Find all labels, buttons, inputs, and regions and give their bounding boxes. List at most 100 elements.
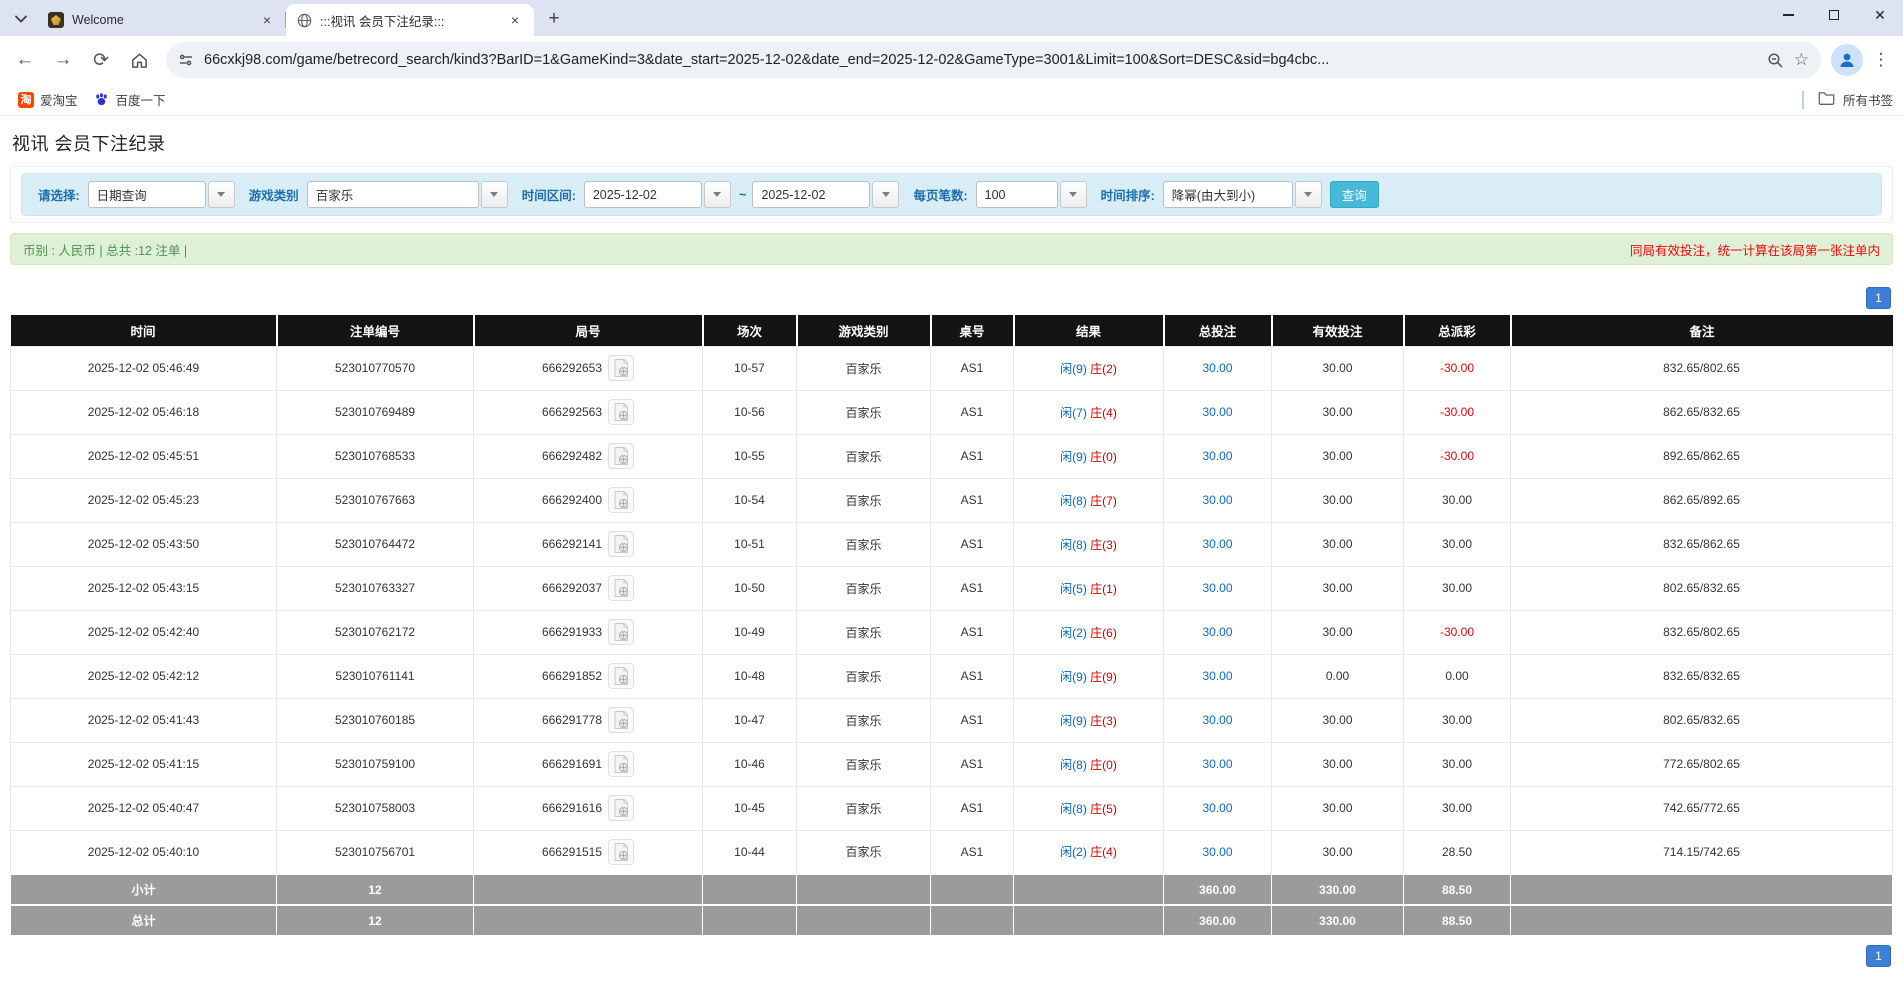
total-bet-link[interactable]: 30.00 — [1202, 713, 1232, 727]
summary-info-bar: 币别 : 人民币 | 总共 :12 注单 | 同局有效投注，统一计算在该局第一张… — [10, 233, 1893, 265]
profile-avatar[interactable] — [1831, 44, 1863, 76]
total-bet-link[interactable]: 30.00 — [1202, 801, 1232, 815]
maximize-icon[interactable] — [1811, 0, 1857, 30]
cell-time: 2025-12-02 05:42:40 — [11, 610, 277, 654]
window-close-icon[interactable]: ✕ — [1857, 0, 1903, 30]
total-valid-bet: 330.00 — [1272, 905, 1404, 936]
query-mode-select[interactable] — [88, 181, 235, 208]
game-type-select[interactable] — [307, 181, 508, 208]
video-replay-icon[interactable] — [608, 795, 634, 821]
chevron-down-icon[interactable] — [1295, 181, 1322, 208]
cell-time: 2025-12-02 05:40:47 — [11, 786, 277, 830]
pagination-top: 1 — [10, 287, 1891, 309]
total-bet-link[interactable]: 30.00 — [1202, 845, 1232, 859]
cell-game-type: 百家乐 — [797, 434, 931, 478]
cell-remark: 832.65/802.65 — [1511, 610, 1893, 654]
video-replay-icon[interactable] — [608, 839, 634, 865]
all-bookmarks-label[interactable]: 所有书签 — [1843, 90, 1893, 109]
total-count: 12 — [277, 905, 474, 936]
chevron-down-icon[interactable] — [208, 181, 235, 208]
subtotal-valid-bet: 330.00 — [1272, 874, 1404, 905]
table-row: 2025-12-02 05:42:12523010761141666291852… — [11, 654, 1893, 698]
chevron-down-icon[interactable] — [872, 181, 899, 208]
chevron-down-icon[interactable] — [1060, 181, 1087, 208]
date-end-select[interactable] — [752, 181, 899, 208]
total-bet-link[interactable]: 30.00 — [1202, 361, 1232, 375]
browser-menu-icon[interactable]: ⋮ — [1867, 50, 1895, 70]
tab-betrecord[interactable]: :::视讯 会员下注纪录::: × — [286, 4, 534, 36]
page-1-button[interactable]: 1 — [1866, 945, 1891, 967]
query-mode-input[interactable] — [88, 181, 206, 208]
total-bet-link[interactable]: 30.00 — [1202, 625, 1232, 639]
cell-result: 闲(9) 庄(0) — [1014, 434, 1164, 478]
total-bet-link[interactable]: 30.00 — [1202, 757, 1232, 771]
sort-input[interactable] — [1163, 181, 1293, 208]
video-replay-icon[interactable] — [608, 707, 634, 733]
minimize-icon[interactable] — [1765, 0, 1811, 30]
site-info-icon[interactable] — [178, 52, 194, 68]
address-bar[interactable]: 66cxkj98.com/game/betrecord_search/kind3… — [166, 42, 1821, 78]
video-replay-icon[interactable] — [608, 751, 634, 777]
chevron-down-icon[interactable] — [481, 181, 508, 208]
chevron-down-icon[interactable] — [704, 181, 731, 208]
video-replay-icon[interactable] — [608, 575, 634, 601]
cell-total-bet: 30.00 — [1164, 434, 1272, 478]
total-bet-link[interactable]: 30.00 — [1202, 537, 1232, 551]
tab-close-icon[interactable]: × — [258, 11, 276, 29]
video-replay-icon[interactable] — [608, 399, 634, 425]
zoom-magnifier-icon[interactable] — [1767, 52, 1784, 69]
sort-label: 时间排序: — [1101, 185, 1155, 204]
cell-round-no: 666292482 — [474, 434, 703, 478]
cell-result: 闲(2) 庄(6) — [1014, 610, 1164, 654]
pagination-bottom: 1 — [10, 945, 1891, 967]
date-start-input[interactable] — [584, 181, 702, 208]
game-type-label: 游戏类别 — [249, 185, 299, 204]
cell-remark: 832.65/862.65 — [1511, 522, 1893, 566]
total-bet-link[interactable]: 30.00 — [1202, 449, 1232, 463]
cell-bet-no: 523010764472 — [277, 522, 474, 566]
bookmarks-bar: 淘 爱淘宝 百度一下 所有书签 — [0, 84, 1903, 116]
video-replay-icon[interactable] — [608, 487, 634, 513]
tab-search-chevron-icon[interactable] — [6, 4, 36, 34]
cell-payout: 30.00 — [1404, 786, 1511, 830]
total-bet-link[interactable]: 30.00 — [1202, 581, 1232, 595]
page-size-select[interactable] — [976, 181, 1087, 208]
back-icon[interactable]: ← — [8, 43, 42, 77]
cell-time: 2025-12-02 05:42:12 — [11, 654, 277, 698]
total-bet-link[interactable]: 30.00 — [1202, 405, 1232, 419]
bookmark-baidu[interactable]: 百度一下 — [86, 87, 174, 112]
cell-payout: -30.00 — [1404, 346, 1511, 390]
video-replay-icon[interactable] — [608, 443, 634, 469]
bookmark-taobao[interactable]: 淘 爱淘宝 — [10, 87, 86, 112]
cell-total-bet: 30.00 — [1164, 390, 1272, 434]
sort-select[interactable] — [1163, 181, 1322, 208]
tab-welcome[interactable]: Welcome × — [38, 4, 286, 36]
home-icon[interactable] — [122, 43, 156, 77]
total-bet-link[interactable]: 30.00 — [1202, 669, 1232, 683]
video-replay-icon[interactable] — [608, 663, 634, 689]
video-replay-icon[interactable] — [608, 355, 634, 381]
date-start-select[interactable] — [584, 181, 731, 208]
bookmark-star-icon[interactable]: ☆ — [1794, 50, 1809, 70]
cell-remark: 714.15/742.65 — [1511, 830, 1893, 874]
cell-result: 闲(7) 庄(4) — [1014, 390, 1164, 434]
forward-icon[interactable]: → — [46, 43, 80, 77]
page-size-input[interactable] — [976, 181, 1058, 208]
reload-icon[interactable]: ⟳ — [84, 43, 118, 77]
search-button[interactable]: 查询 — [1330, 181, 1379, 208]
cell-result: 闲(8) 庄(5) — [1014, 786, 1164, 830]
cell-game-type: 百家乐 — [797, 830, 931, 874]
table-row: 2025-12-02 05:45:51523010768533666292482… — [11, 434, 1893, 478]
cell-payout: 28.50 — [1404, 830, 1511, 874]
col-valid-bet: 有效投注 — [1272, 315, 1404, 346]
game-type-input[interactable] — [307, 181, 479, 208]
video-replay-icon[interactable] — [608, 619, 634, 645]
url-text[interactable]: 66cxkj98.com/game/betrecord_search/kind3… — [204, 52, 1757, 68]
cell-round-no: 666292563 — [474, 390, 703, 434]
video-replay-icon[interactable] — [608, 531, 634, 557]
date-end-input[interactable] — [752, 181, 870, 208]
new-tab-button[interactable]: + — [540, 5, 568, 33]
total-bet-link[interactable]: 30.00 — [1202, 493, 1232, 507]
page-1-button[interactable]: 1 — [1866, 287, 1891, 309]
tab-close-icon[interactable]: × — [506, 11, 524, 29]
